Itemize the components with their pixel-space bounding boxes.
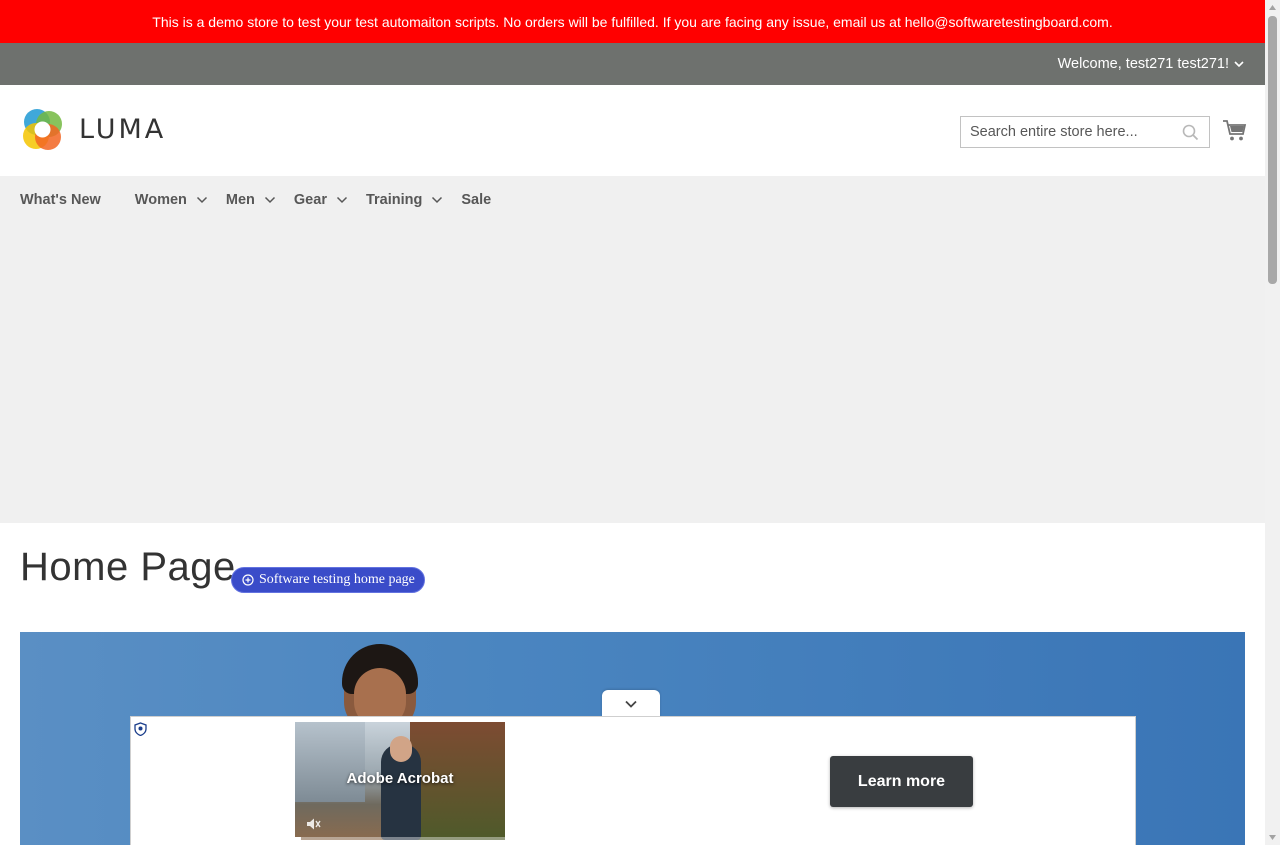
nav-menu: What's New Women Men Gear Training Sale: [20, 176, 525, 224]
chevron-down-icon: [336, 196, 347, 204]
triangle-up-icon: [1269, 5, 1276, 10]
ad-banner: Adobe Acrobat Learn more: [130, 716, 1136, 845]
luma-logo-icon: [23, 109, 62, 150]
nav-item-label: Men: [225, 192, 255, 208]
learn-more-button[interactable]: Learn more: [830, 756, 973, 807]
ad-video-progress-fill: [295, 837, 302, 840]
ad-video-title: Adobe Acrobat: [346, 770, 454, 787]
ad-video-progress: [295, 837, 505, 840]
search-box: [960, 116, 1210, 148]
main-navigation: What's New Women Men Gear Training Sale: [0, 176, 1265, 523]
shopping-cart-icon[interactable]: [1222, 118, 1247, 143]
nav-item-men[interactable]: Men: [226, 192, 276, 208]
scrollbar-thumb[interactable]: [1268, 16, 1277, 284]
nav-item-training[interactable]: Training: [366, 192, 443, 208]
customer-welcome-menu[interactable]: Welcome, test271 test271!: [1058, 43, 1245, 85]
ad-video[interactable]: Adobe Acrobat: [295, 722, 505, 840]
mute-icon[interactable]: [305, 816, 321, 832]
nav-item-gear[interactable]: Gear: [294, 192, 348, 208]
panel-header: Welcome, test271 test271!: [0, 43, 1265, 85]
ad-video-building-left: [295, 722, 365, 802]
nav-item-label: Women: [134, 192, 187, 208]
triangle-down-icon: [1269, 835, 1276, 840]
plus-circle-icon: [242, 574, 254, 586]
chevron-down-icon: [625, 700, 637, 708]
page-title: Home Page: [20, 545, 236, 589]
shield-icon[interactable]: [134, 722, 147, 736]
chevron-down-icon: [196, 196, 207, 204]
scroll-up-arrow[interactable]: [1265, 0, 1280, 15]
nav-item-label: Training: [365, 192, 423, 208]
search-input[interactable]: [961, 124, 1171, 140]
nav-item-women[interactable]: Women: [135, 192, 208, 208]
chevron-down-icon: [432, 196, 443, 204]
scroll-down-arrow[interactable]: [1265, 830, 1280, 845]
luma-logo[interactable]: LUMA: [20, 107, 166, 152]
badge-label: Software testing home page: [259, 572, 415, 587]
nav-item-sale[interactable]: Sale: [461, 192, 491, 208]
nav-item-whats-new[interactable]: What's New: [20, 192, 101, 208]
nav-item-label: What's New: [20, 192, 101, 208]
demo-store-notice: This is a demo store to test your test a…: [0, 0, 1265, 43]
search-icon[interactable]: [1182, 124, 1199, 141]
luma-logo-text: LUMA: [79, 114, 167, 145]
ad-collapse-toggle[interactable]: [602, 690, 660, 718]
chevron-down-icon: [264, 196, 275, 204]
demo-store-notice-text: This is a demo store to test your test a…: [152, 13, 1113, 30]
page-scrollbar[interactable]: [1265, 0, 1280, 845]
welcome-text: Welcome, test271 test271!: [1057, 56, 1229, 72]
header-content: LUMA: [0, 85, 1265, 176]
software-testing-home-badge[interactable]: Software testing home page: [231, 567, 425, 593]
nav-item-label: Sale: [461, 192, 492, 208]
chevron-down-icon: [1234, 61, 1244, 68]
ad-video-person-head: [390, 736, 412, 762]
nav-item-label: Gear: [293, 192, 327, 208]
